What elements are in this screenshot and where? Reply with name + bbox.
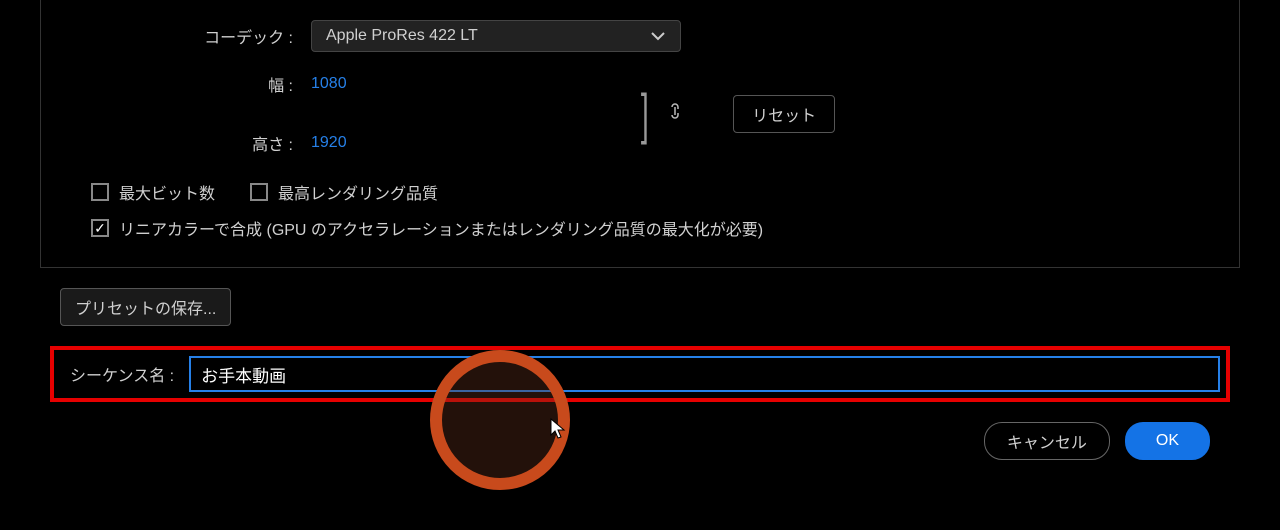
sequence-name-input[interactable] (189, 356, 1220, 392)
dimensions-group: 幅 : 1080 高さ : 1920 ] リセット (61, 72, 1219, 155)
codec-label: コーデック : (61, 24, 311, 48)
chevron-down-icon (650, 28, 666, 44)
link-icon[interactable] (667, 101, 683, 126)
height-label: 高さ : (61, 131, 311, 155)
sequence-settings-dialog: コーデック : Apple ProRes 422 LT 幅 : 1080 高さ … (0, 0, 1280, 460)
codec-dropdown[interactable]: Apple ProRes 422 LT (311, 20, 681, 52)
linear-color-checkbox[interactable] (91, 219, 109, 237)
codec-row: コーデック : Apple ProRes 422 LT (61, 20, 1219, 52)
ok-button[interactable]: OK (1125, 422, 1210, 460)
width-value[interactable]: 1080 (311, 75, 347, 93)
reset-button[interactable]: リセット (733, 95, 835, 133)
video-settings-panel: コーデック : Apple ProRes 422 LT 幅 : 1080 高さ … (40, 0, 1240, 268)
sequence-name-label: シーケンス名 : (70, 362, 174, 386)
save-preset-button[interactable]: プリセットの保存... (60, 288, 231, 326)
sequence-name-highlight: シーケンス名 : (50, 346, 1230, 402)
linear-color-label: リニアカラーで合成 (GPU のアクセラレーションまたはレンダリング品質の最大化… (119, 216, 763, 240)
max-render-label: 最高レンダリング品質 (278, 180, 438, 204)
checkbox-group: 最大ビット数 最高レンダリング品質 リニアカラーで合成 (GPU のアクセラレー… (91, 180, 1219, 240)
max-render-checkbox[interactable] (250, 183, 268, 201)
max-bit-label: 最大ビット数 (119, 180, 215, 204)
height-value[interactable]: 1920 (311, 134, 347, 152)
cancel-button[interactable]: キャンセル (984, 422, 1110, 460)
codec-value: Apple ProRes 422 LT (326, 27, 478, 45)
max-bit-checkbox[interactable] (91, 183, 109, 201)
dialog-footer: キャンセル OK (40, 422, 1240, 460)
link-bracket: ] (640, 81, 648, 146)
width-label: 幅 : (61, 72, 311, 96)
